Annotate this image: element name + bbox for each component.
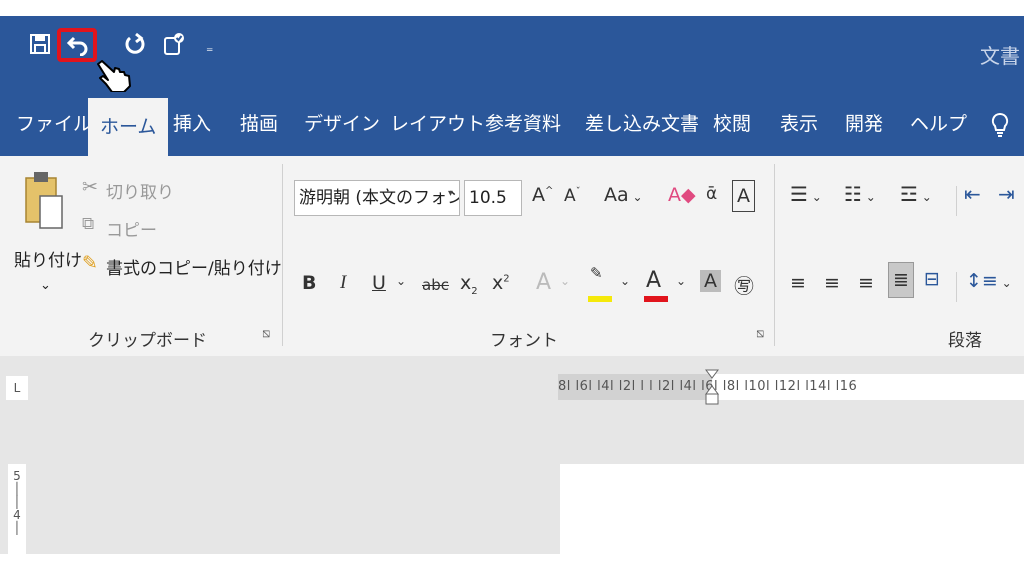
- group-divider: [774, 164, 775, 346]
- bullets-icon[interactable]: ☰ ⌄: [790, 182, 822, 206]
- vertical-ruler-marks: 5 │ │ 4 │: [13, 469, 21, 535]
- tab-mailings[interactable]: 差し込み文書: [585, 92, 699, 156]
- tab-developer[interactable]: 開発: [845, 92, 883, 156]
- document-title: 文書: [980, 44, 1020, 68]
- text-effects-icon[interactable]: A: [536, 270, 551, 295]
- indent-marker-icon[interactable]: [704, 368, 720, 410]
- tab-design[interactable]: デザイン: [304, 92, 380, 156]
- group-clipboard-label: クリップボード: [88, 331, 207, 351]
- group-paragraph-label: 段落: [948, 331, 982, 351]
- tab-selector-icon[interactable]: L: [6, 376, 28, 400]
- character-border-icon[interactable]: A: [732, 180, 755, 212]
- subscript-label: x: [460, 272, 472, 294]
- increase-indent-icon[interactable]: ⇥: [998, 182, 1015, 206]
- phonetic-guide-icon[interactable]: ᾱ: [706, 184, 717, 204]
- ribbon-home: 貼り付け ⌄ ✂ 切り取り ⧉ コピー ✎ 書式のコピー/貼り付け クリップボー…: [0, 156, 1024, 357]
- format-painter-icon[interactable]: ✎: [82, 252, 98, 274]
- paste-dropdown-icon[interactable]: ⌄: [40, 278, 51, 293]
- paste-icon[interactable]: [24, 170, 64, 236]
- vertical-ruler: 5 │ │ 4 │: [8, 464, 26, 554]
- highlight-dropdown-icon[interactable]: ⌄: [620, 274, 630, 288]
- subscript-button[interactable]: x2: [460, 272, 478, 297]
- decrease-indent-icon[interactable]: ⇤: [964, 182, 981, 206]
- tab-insert[interactable]: 挿入: [173, 92, 211, 156]
- cut-icon[interactable]: ✂: [82, 176, 98, 198]
- font-name-value: 游明朝 (本文のフォン: [299, 188, 460, 208]
- group-font-label: フォント: [490, 331, 558, 351]
- format-painter-label[interactable]: 書式のコピー/貼り付け: [106, 254, 282, 279]
- strikethrough-button[interactable]: abc: [422, 276, 449, 294]
- button-divider: [956, 186, 957, 216]
- customize-qat-icon[interactable]: ₌: [206, 32, 213, 64]
- lightbulb-icon[interactable]: [990, 92, 1010, 156]
- line-spacing-icon[interactable]: ↕≡ ⌄: [966, 270, 1012, 292]
- distributed-icon[interactable]: ⊟: [924, 268, 940, 290]
- cut-label[interactable]: 切り取り: [106, 178, 174, 203]
- italic-button[interactable]: I: [340, 272, 346, 294]
- superscript-label: x: [492, 272, 504, 294]
- font-size-select[interactable]: 10.5: [464, 180, 522, 216]
- touch-mode-icon[interactable]: [162, 32, 186, 66]
- tab-draw[interactable]: 描画: [240, 92, 278, 156]
- tab-layout[interactable]: レイアウト: [390, 92, 485, 156]
- paste-label[interactable]: 貼り付け: [14, 246, 82, 271]
- grow-font-icon[interactable]: A^: [532, 184, 553, 206]
- title-bar: ₌ 文書: [0, 16, 1024, 93]
- clear-formatting-icon[interactable]: A◆: [668, 184, 696, 206]
- align-center-icon[interactable]: ≡: [824, 272, 840, 294]
- change-case-button[interactable]: Aa ⌄: [604, 184, 643, 206]
- tab-help[interactable]: ヘルプ: [910, 92, 967, 156]
- group-divider: [282, 164, 283, 346]
- save-icon[interactable]: [28, 32, 52, 66]
- word-window: ₌ 文書 ファイル ホーム 挿入 描画 デザイン レイアウト 参考資料 差し込み…: [0, 16, 1024, 554]
- font-color-bar: [644, 296, 668, 302]
- underline-dropdown-icon[interactable]: ⌄: [396, 274, 406, 288]
- ribbon-tabs: ファイル ホーム 挿入 描画 デザイン レイアウト 参考資料 差し込み文書 校閲…: [0, 92, 1024, 156]
- character-shading-icon[interactable]: A: [700, 270, 721, 292]
- superscript-button[interactable]: x2: [492, 272, 510, 294]
- align-left-icon[interactable]: ≡: [790, 272, 806, 294]
- highlight-icon[interactable]: ✎: [590, 264, 603, 282]
- copy-label[interactable]: コピー: [106, 216, 157, 241]
- undo-icon[interactable]: [66, 32, 90, 66]
- tab-view[interactable]: 表示: [780, 92, 818, 156]
- bold-button[interactable]: B: [302, 272, 316, 294]
- tab-references[interactable]: 参考資料: [485, 92, 561, 156]
- font-launcher-icon[interactable]: ⧅: [756, 326, 764, 341]
- numbering-icon[interactable]: ☷ ⌄: [844, 182, 876, 206]
- font-color-icon[interactable]: A: [646, 268, 661, 293]
- tab-review[interactable]: 校閲: [713, 92, 751, 156]
- text-effects-dropdown-icon[interactable]: ⌄: [560, 274, 570, 288]
- font-name-dropdown-icon[interactable]: ▾: [448, 188, 453, 199]
- font-color-dropdown-icon[interactable]: ⌄: [676, 274, 686, 288]
- shrink-font-icon[interactable]: Aˇ: [564, 186, 581, 206]
- copy-icon[interactable]: ⧉: [82, 214, 94, 234]
- tab-file[interactable]: ファイル: [16, 92, 92, 156]
- font-size-value: 10.5: [469, 188, 507, 208]
- multilevel-list-icon[interactable]: ☲ ⌄: [900, 182, 932, 206]
- highlight-color-bar: [588, 296, 612, 302]
- tab-home[interactable]: ホーム: [88, 98, 169, 156]
- underline-button[interactable]: U: [372, 272, 386, 294]
- change-case-label: Aa: [604, 184, 629, 206]
- clipboard-launcher-icon[interactable]: ⧅: [262, 326, 270, 341]
- button-divider: [956, 272, 957, 302]
- enclose-characters-icon[interactable]: ㊢: [734, 270, 754, 299]
- align-right-icon[interactable]: ≡: [858, 272, 874, 294]
- document-page[interactable]: [560, 464, 1024, 554]
- justify-icon[interactable]: ≣: [888, 262, 914, 298]
- font-name-select[interactable]: 游明朝 (本文のフォン: [294, 180, 460, 216]
